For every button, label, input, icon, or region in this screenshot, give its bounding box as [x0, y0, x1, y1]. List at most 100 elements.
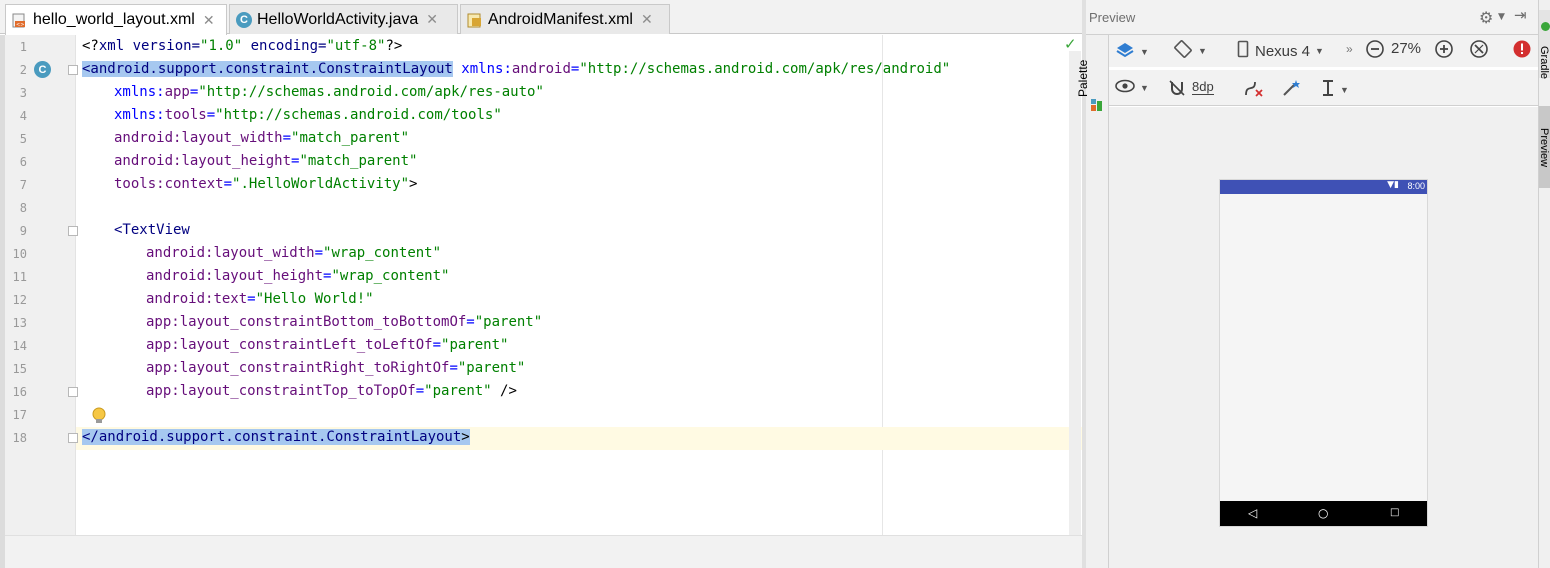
fold-marker-icon[interactable]: [68, 433, 78, 443]
attr-equals: =: [247, 291, 256, 307]
clear-constraints-icon: [1243, 79, 1265, 103]
attr-equals: =: [206, 107, 216, 123]
line-number: 4: [19, 109, 27, 123]
code-line-10: android:layout_width="wrap_content": [146, 245, 441, 261]
line-number: 2: [19, 63, 27, 77]
attr-namespace: android:: [146, 291, 214, 307]
chevron-down-icon: ▼: [1140, 47, 1149, 57]
home-icon: ○: [1318, 506, 1329, 520]
code-line-5: android:layout_width="match_parent": [114, 130, 409, 146]
layers-icon: [1115, 41, 1135, 63]
tab-label: hello_world_layout.xml: [33, 11, 195, 28]
line-number: 17: [12, 408, 27, 422]
preview-side-tab[interactable]: Preview: [1538, 106, 1550, 188]
zoom-fit-icon: [1469, 39, 1489, 63]
fold-marker-icon[interactable]: [68, 65, 78, 75]
close-icon[interactable]: ✕: [203, 12, 215, 29]
default-margin-button[interactable]: 8dp: [1192, 79, 1214, 95]
palette-side-tab[interactable]: Palette: [1076, 35, 1109, 568]
palette-icon: [1089, 97, 1105, 117]
root-tag-open: <android.support.constraint.ConstraintLa…: [82, 61, 453, 77]
device-dropdown[interactable]: Nexus 4 ▼: [1237, 40, 1324, 62]
preview-header: Preview ⚙ ▼ ⇥: [1086, 0, 1538, 35]
editor-bottom-strip: [5, 535, 1082, 568]
palette-label: Palette: [1076, 59, 1090, 97]
line-number: 3: [19, 86, 27, 100]
code-line-12: android:text="Hello World!": [146, 291, 374, 307]
class-badge-label: C: [34, 61, 51, 78]
clear-constraints-button[interactable]: [1243, 79, 1265, 103]
attr-value: "match_parent": [291, 130, 410, 146]
device-preview-frame[interactable]: ▼▮ 8:00 ◁ ○ □: [1219, 179, 1428, 527]
attr-value: "http://schemas.android.com/apk/res-auto…: [198, 84, 544, 100]
code-line-1: <?xml version="1.0" encoding="utf-8"?>: [82, 38, 402, 54]
gradle-side-tab[interactable]: Gradle: [1538, 10, 1550, 79]
attr-name: layout_constraintTop_toTopOf: [179, 383, 416, 399]
attr-name: layout_constraintLeft_toLeftOf: [179, 337, 433, 353]
margin-value: 8dp: [1192, 79, 1214, 94]
preview-toolbar-bottom: ▼ 8dp ▼: [1109, 70, 1538, 106]
status-time: 8:00: [1407, 181, 1425, 191]
zoom-in-button[interactable]: [1434, 39, 1454, 63]
tab-label: HelloWorldActivity.java: [257, 10, 419, 28]
tag-close: >: [409, 176, 418, 192]
attr-name: layout_height: [213, 268, 324, 284]
autoconnect-toggle[interactable]: [1167, 78, 1187, 102]
tab-android-manifest[interactable]: AndroidManifest.xml ✕: [460, 4, 670, 34]
attr-name: context: [164, 176, 224, 192]
close-icon[interactable]: ✕: [426, 11, 438, 28]
phone-icon: [1237, 40, 1249, 62]
layers-dropdown[interactable]: ▼: [1115, 41, 1149, 63]
render-error-button[interactable]: [1512, 39, 1532, 63]
attr-namespace: android:: [146, 245, 214, 261]
attr-name: layout_width: [181, 130, 283, 146]
orientation-dropdown[interactable]: ▼: [1173, 39, 1207, 63]
line-number: 16: [12, 385, 27, 399]
code-line-11: android:layout_height="wrap_content": [146, 268, 449, 284]
gutter-separator: [75, 35, 76, 568]
xml-decl-encoding-attr: encoding=: [242, 38, 327, 54]
attr-name: layout_constraintRight_toRightOf: [179, 360, 450, 376]
attr-namespace: xmlns:: [114, 107, 165, 123]
code-editor[interactable]: 1 2 3 4 5 6 7 8 9 10 11 12 13 14 15 16 1…: [0, 35, 1082, 568]
attr-value: "parent": [424, 383, 492, 399]
attr-value: "wrap_content": [323, 245, 442, 261]
gear-icon[interactable]: ⚙: [1479, 8, 1493, 27]
hide-panel-icon[interactable]: ⇥: [1514, 6, 1527, 24]
attr-namespace: xmlns:: [452, 61, 512, 77]
line-number: 12: [12, 293, 27, 307]
attr-equals: =: [466, 314, 475, 330]
rotate-device-icon: [1173, 39, 1193, 63]
infer-constraints-button[interactable]: [1281, 78, 1301, 102]
align-icon: [1321, 79, 1335, 101]
tab-hello-world-layout[interactable]: <> hello_world_layout.xml ✕: [5, 4, 227, 35]
close-icon[interactable]: ✕: [641, 11, 653, 28]
zoom-to-fit-button[interactable]: [1469, 39, 1489, 63]
attr-equals: =: [449, 360, 458, 376]
signal-battery-icon: ▼▮: [1387, 180, 1399, 190]
chevron-down-icon[interactable]: ▼: [1498, 12, 1505, 22]
attr-name: layout_constraintBottom_toBottomOf: [179, 314, 467, 330]
editor-scrollbar[interactable]: [1069, 51, 1081, 541]
attr-equals: =: [432, 337, 442, 353]
view-options-dropdown[interactable]: ▼: [1115, 79, 1149, 97]
attr-namespace: app:: [146, 383, 180, 399]
preview-toolbar-top: ▼ ▼ Nexus 4 ▼ » 27%: [1109, 35, 1538, 67]
attr-value: ".HelloWorldActivity": [232, 176, 410, 192]
zoom-in-icon: [1434, 39, 1454, 63]
zoom-out-button[interactable]: [1365, 39, 1385, 63]
fold-marker-icon[interactable]: [68, 387, 78, 397]
xml-layout-icon: <>: [12, 12, 28, 28]
line-number: 1: [19, 40, 27, 54]
tab-hello-world-activity[interactable]: C HelloWorldActivity.java ✕: [229, 4, 458, 34]
error-icon: [1512, 39, 1532, 63]
chevron-down-icon: ▼: [1140, 83, 1149, 93]
align-dropdown[interactable]: ▼: [1321, 79, 1349, 101]
lightbulb-icon[interactable]: [92, 407, 106, 429]
attr-namespace: app:: [146, 337, 180, 353]
fold-marker-icon[interactable]: [68, 226, 78, 236]
overflow-chevron-icon[interactable]: »: [1346, 42, 1353, 56]
attr-namespace: app:: [146, 360, 180, 376]
class-reference-gutter-icon[interactable]: C: [34, 61, 51, 78]
attr-namespace: android:: [146, 268, 214, 284]
